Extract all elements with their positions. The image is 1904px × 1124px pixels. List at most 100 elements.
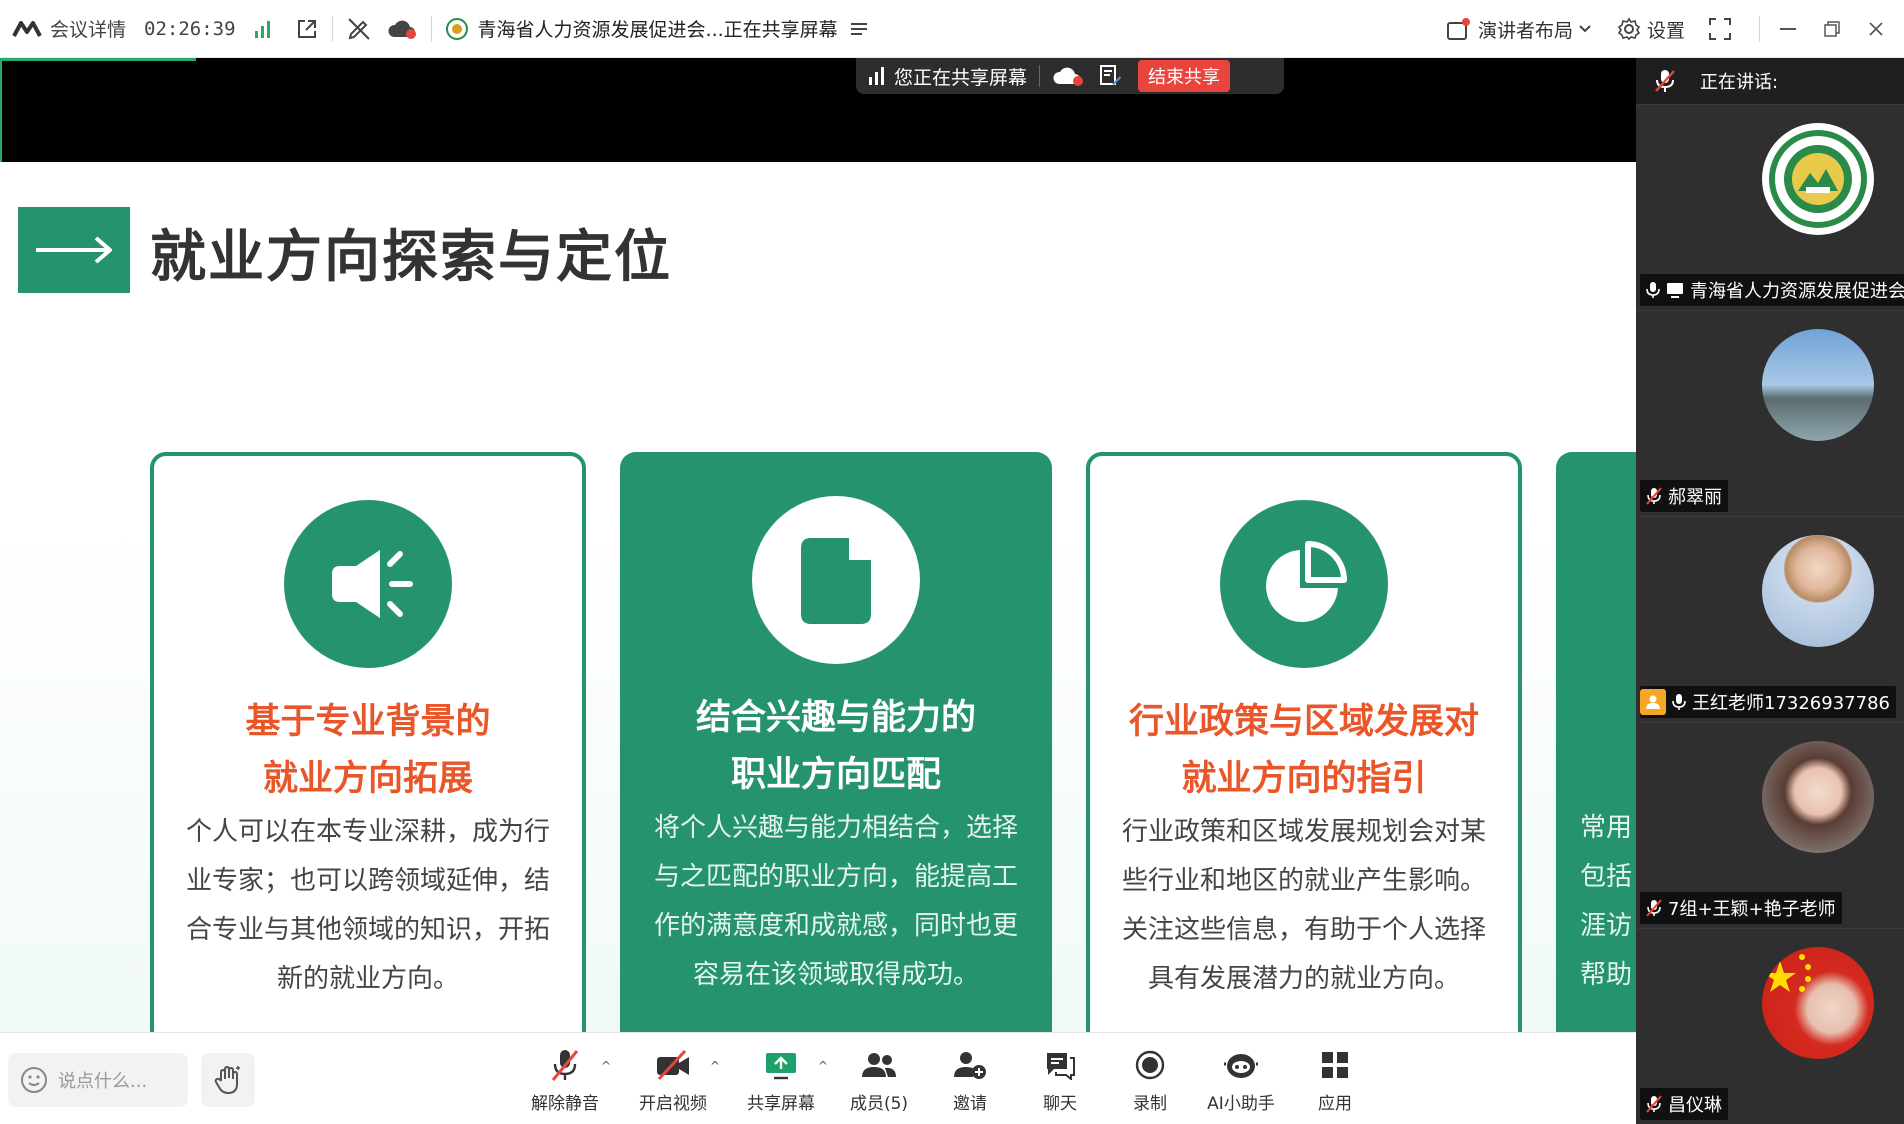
active-speaker-bar: 正在讲话: bbox=[1636, 58, 1904, 104]
restore-button[interactable] bbox=[1810, 0, 1854, 58]
ai-assistant-label: AI小助手 bbox=[1207, 1094, 1275, 1114]
members-button[interactable]: 成员(5) bbox=[834, 1047, 924, 1114]
card-heading: 行业政策与区域发展对 就业方向的指引 bbox=[1090, 694, 1518, 808]
record-button[interactable]: 录制 bbox=[1105, 1047, 1195, 1114]
chevron-up-icon[interactable]: ^ bbox=[601, 1059, 611, 1073]
document-icon bbox=[752, 496, 920, 664]
invite-label: 邀请 bbox=[953, 1094, 987, 1114]
card-body: 个人可以在本专业深耕，成为行 业专家；也可以跨领域延伸，结 合专业与其他领域的知… bbox=[178, 808, 558, 1004]
microphone-icon bbox=[1646, 281, 1660, 299]
add-user-icon bbox=[953, 1047, 987, 1083]
participant-avatar bbox=[1762, 741, 1874, 853]
card-body: 行业政策和区域发展规划会对某 些行业和地区的就业产生影响。 关注这些信息，有助于… bbox=[1114, 808, 1494, 1004]
card-body-line: 行业政策和区域发展规划会对某 bbox=[1121, 817, 1486, 847]
participant-name: 7组+王颖+艳子老师 bbox=[1668, 899, 1836, 920]
chevron-down-icon bbox=[1579, 25, 1591, 33]
annotate-icon[interactable] bbox=[1098, 64, 1122, 88]
record-label: 录制 bbox=[1133, 1094, 1167, 1114]
apps-label: 应用 bbox=[1318, 1094, 1352, 1114]
cloud-record-icon[interactable] bbox=[387, 18, 417, 40]
participant-avatar bbox=[1762, 329, 1874, 441]
divider bbox=[331, 15, 333, 42]
microphone-muted-icon bbox=[1654, 69, 1676, 93]
card-industry-policy: 行业政策与区域发展对 就业方向的指引 行业政策和区域发展规划会对某 些行业和地区… bbox=[1086, 452, 1522, 1032]
layout-icon bbox=[1446, 17, 1472, 41]
apps-button[interactable]: 应用 bbox=[1290, 1047, 1380, 1114]
participant-name-tag: 郝翠丽 bbox=[1640, 480, 1728, 512]
chat-icon bbox=[1044, 1047, 1076, 1083]
card-heading-line: 职业方向匹配 bbox=[730, 755, 941, 795]
unmute-label: 解除静音 bbox=[531, 1094, 599, 1114]
signal-bars-icon bbox=[868, 67, 886, 85]
sharing-status-text: 您正在共享屏幕 bbox=[894, 66, 1028, 89]
meeting-toolbar: 说点什么... 解除静音 ^ 开启视频 ^ 共享屏幕 ^ 成员(5) 邀请 聊天… bbox=[0, 1032, 1636, 1124]
participant-tile[interactable]: 昌仪琳 bbox=[1636, 928, 1904, 1124]
network-signal-icon[interactable] bbox=[254, 20, 272, 38]
presentation-slide: 就业方向探索与定位 基于专业背景的 就业方向拓展 个人可以在本专业深耕，成为行 … bbox=[0, 162, 1636, 1032]
raise-hand-button[interactable] bbox=[201, 1053, 255, 1107]
menu-list-icon[interactable] bbox=[850, 21, 868, 37]
card-heading-line: 结合兴趣与能力的 bbox=[695, 698, 976, 738]
participant-name-tag: 王红老师17326937786 bbox=[1640, 686, 1896, 718]
start-video-button[interactable]: 开启视频 bbox=[628, 1047, 718, 1114]
participant-tile[interactable]: 王红老师17326937786 bbox=[1636, 516, 1904, 722]
participant-name: 郝翠丽 bbox=[1668, 487, 1722, 508]
camera-off-icon bbox=[655, 1047, 691, 1083]
microphone-muted-icon bbox=[1646, 899, 1662, 917]
settings-button[interactable]: 设置 bbox=[1617, 16, 1685, 43]
share-screen-button[interactable]: 共享屏幕 bbox=[736, 1047, 826, 1114]
participant-avatar bbox=[1762, 535, 1874, 647]
participant-tile[interactable]: 青海省人力资源发展促进会 bbox=[1636, 104, 1904, 310]
external-link-icon[interactable] bbox=[296, 18, 318, 40]
window-tools: 演讲者布局 设置 bbox=[1446, 0, 1904, 58]
card-interest-ability: 结合兴趣与能力的 职业方向匹配 将个人兴趣与能力相结合，选择 与之匹配的职业方向… bbox=[620, 452, 1052, 1032]
chat-button[interactable]: 聊天 bbox=[1015, 1047, 1105, 1114]
participant-tile[interactable]: 7组+王颖+艳子老师 bbox=[1636, 722, 1904, 928]
card-body-line: 新的就业方向。 bbox=[276, 964, 459, 994]
pie-chart-icon bbox=[1220, 500, 1388, 668]
card-body-line: 涯访 bbox=[1580, 911, 1633, 941]
participant-name-tag: 昌仪琳 bbox=[1640, 1088, 1728, 1120]
card-body: 常用 包括 涯访 帮助 bbox=[1580, 804, 1632, 1000]
settings-label: 设置 bbox=[1646, 19, 1685, 42]
invite-button[interactable]: 邀请 bbox=[925, 1047, 1015, 1114]
card-body-line: 合专业与其他领域的知识，开拓 bbox=[185, 915, 550, 945]
quick-chat-input[interactable]: 说点什么... bbox=[8, 1053, 188, 1107]
chevron-up-icon[interactable]: ^ bbox=[818, 1059, 828, 1073]
participant-video-panel: 正在讲话: 青海省人力资源发展促进会 郝翠丽 王红老师17326937786 7… bbox=[1636, 58, 1904, 1124]
layout-label: 演讲者布局 bbox=[1477, 19, 1573, 42]
fullscreen-icon[interactable] bbox=[1709, 18, 1731, 40]
emoji-icon[interactable] bbox=[20, 1066, 48, 1094]
participant-tile[interactable]: 郝翠丽 bbox=[1636, 310, 1904, 516]
meeting-title: 青海省人力资源发展促进会...正在共享屏幕 bbox=[477, 19, 838, 41]
meeting-details-button[interactable]: 会议详情 bbox=[50, 15, 126, 42]
ai-assistant-button[interactable]: AI小助手 bbox=[1196, 1047, 1286, 1114]
title-bar: 会议详情 02:26:39 青海省人力资源发展促进会...正在共享屏幕 演讲者布… bbox=[0, 0, 1904, 58]
card-body-line: 包括 bbox=[1580, 862, 1633, 892]
card-heading-line: 行业政策与区域发展对 bbox=[1128, 702, 1479, 742]
close-button[interactable] bbox=[1854, 0, 1898, 58]
speaker-layout-button[interactable]: 演讲者布局 bbox=[1446, 16, 1591, 43]
annotation-off-icon[interactable] bbox=[347, 17, 371, 41]
organization-logo-icon bbox=[445, 17, 468, 40]
end-share-button[interactable]: 结束共享 bbox=[1138, 60, 1231, 92]
cloud-record-icon[interactable] bbox=[1052, 65, 1084, 87]
card-heading-line: 就业方向拓展 bbox=[262, 759, 473, 799]
microphone-muted-icon bbox=[1646, 1095, 1662, 1113]
microphone-icon bbox=[1672, 693, 1686, 711]
sharing-toolbar: 您正在共享屏幕 结束共享 bbox=[856, 58, 1284, 94]
card-body-line: 业专家；也可以跨领域延伸，结 bbox=[185, 866, 550, 896]
chat-placeholder: 说点什么... bbox=[58, 1071, 148, 1092]
chevron-up-icon[interactable]: ^ bbox=[710, 1059, 720, 1073]
minimize-button[interactable] bbox=[1766, 0, 1810, 58]
card-body-line: 具有发展潜力的就业方向。 bbox=[1147, 964, 1460, 994]
unmute-button[interactable]: 解除静音 bbox=[520, 1047, 610, 1114]
speaker-icon bbox=[284, 500, 452, 668]
card-body: 将个人兴趣与能力相结合，选择 与之匹配的职业方向，能提高工 作的满意度和成就感，… bbox=[644, 804, 1028, 1000]
divider bbox=[1039, 65, 1041, 87]
apps-grid-icon bbox=[1320, 1047, 1350, 1083]
card-body-line: 关注这些信息，有助于个人选择 bbox=[1121, 915, 1486, 945]
share-screen-icon bbox=[764, 1047, 798, 1083]
divider bbox=[1759, 16, 1760, 42]
participant-avatar bbox=[1762, 947, 1874, 1059]
